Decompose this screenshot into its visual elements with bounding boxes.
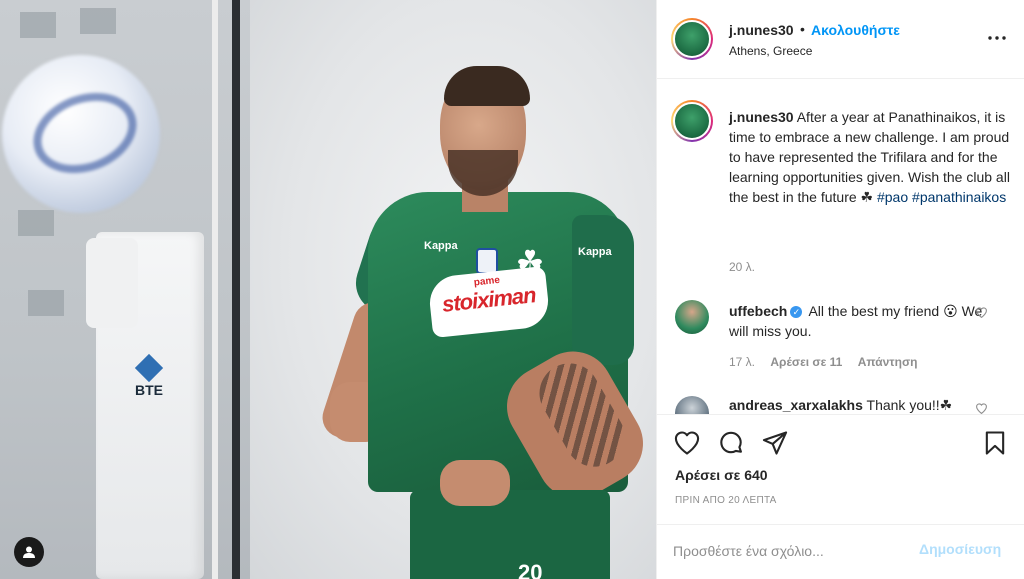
soccer-ball [2,55,160,213]
shorts-number: 20 [518,560,543,579]
header-separator: • [800,21,805,37]
caption-username[interactable]: j.nunes30 [729,109,794,125]
add-comment-bar: Δημοσίευση [657,524,1024,579]
comment-text: Thank you!!☘ [866,397,953,413]
more-options-icon[interactable] [985,26,1009,50]
wall-photo [18,210,54,236]
right-hand [440,460,510,506]
comment-avatar[interactable] [675,396,709,414]
comment-likes[interactable]: Αρέσει σε 11 [770,355,842,369]
author-username[interactable]: j.nunes30 [729,22,794,38]
post-header: j.nunes30 • Ακολουθήστε Athens, Greece [657,0,1024,79]
user-tag-icon[interactable] [14,537,44,567]
comment-body: uffebech ✓ All the best my friend 😮 We wi… [729,301,989,341]
post-actions: Αρέσει σε 640 ΠΡΙΝ ΑΠΟ 20 ΛΕΠΤΑ [657,414,1024,524]
likes-count[interactable]: Αρέσει σε 640 [675,467,768,483]
user-silhouette-icon [23,546,35,558]
kappa-logo-left: Kappa [424,240,458,252]
kappa-logo-right: Kappa [578,246,612,258]
share-icon [762,431,788,455]
heart-outline-icon [976,403,987,414]
post-time-ago[interactable]: ΠΡΙΝ ΑΠΟ 20 ΛΕΠΤΑ [675,495,777,506]
comment-button[interactable] [717,429,745,457]
machine-logo: BTE [132,353,166,402]
save-button[interactable] [981,429,1009,457]
comment-meta: 17 λ. Αρέσει σε 11 Απάντηση [729,355,930,369]
comment-avatar[interactable] [675,300,709,334]
hashtag-panathinaikos[interactable]: #panathinaikos [912,189,1006,205]
post-comment-button[interactable]: Δημοσίευση [919,541,1001,557]
share-button[interactable] [761,429,789,457]
comment-icon [720,431,742,454]
comment-username[interactable]: andreas_xarxalakhs [729,397,863,413]
more-horizontal-icon [988,36,1006,40]
wall-photo [80,8,116,34]
like-button[interactable] [673,429,701,457]
comment-like-heart-icon[interactable] [975,402,988,414]
comment-input[interactable] [673,539,913,563]
hashtag-pao[interactable]: #pao [877,189,908,205]
tripod-pole [232,0,240,579]
wall-photo [28,290,64,316]
player-hair [444,66,530,106]
reply-button[interactable]: Απάντηση [858,355,918,369]
caption-avatar[interactable] [671,100,713,142]
comment-like-heart-icon[interactable] [975,306,988,324]
heart-icon [674,431,700,455]
post-side-panel: j.nunes30 • Ακολουθήστε Athens, Greece j… [656,0,1024,579]
machine-brand: BTE [135,382,163,398]
follow-button[interactable]: Ακολουθήστε [811,22,900,38]
machine-logo-mark [134,353,164,383]
comments-list[interactable]: j.nunes30 After a year at Panathinaikos,… [657,80,1024,414]
comment-body: andreas_xarxalakhs Thank you!!☘ [729,397,952,414]
caption-timestamp[interactable]: 20 λ. [729,260,755,274]
author-avatar[interactable] [671,18,713,60]
training-machine-arm [86,238,138,328]
light-stand [212,0,218,579]
comment-time[interactable]: 17 λ. [729,355,755,369]
bookmark-icon [985,431,1005,455]
post-location[interactable]: Athens, Greece [729,44,812,58]
right-sleeve [572,215,634,365]
green-shorts [410,490,610,579]
comment-username[interactable]: uffebech [729,303,787,319]
post-photo[interactable]: BTE Kappa Kappa ☘ pame stoiximan 20 [0,0,656,579]
greek-flag-badge [476,248,498,274]
wall-photo [20,12,56,38]
heart-outline-icon [976,307,987,319]
post-caption: j.nunes30 After a year at Panathinaikos,… [729,107,1011,207]
verified-badge-icon: ✓ [790,306,803,318]
